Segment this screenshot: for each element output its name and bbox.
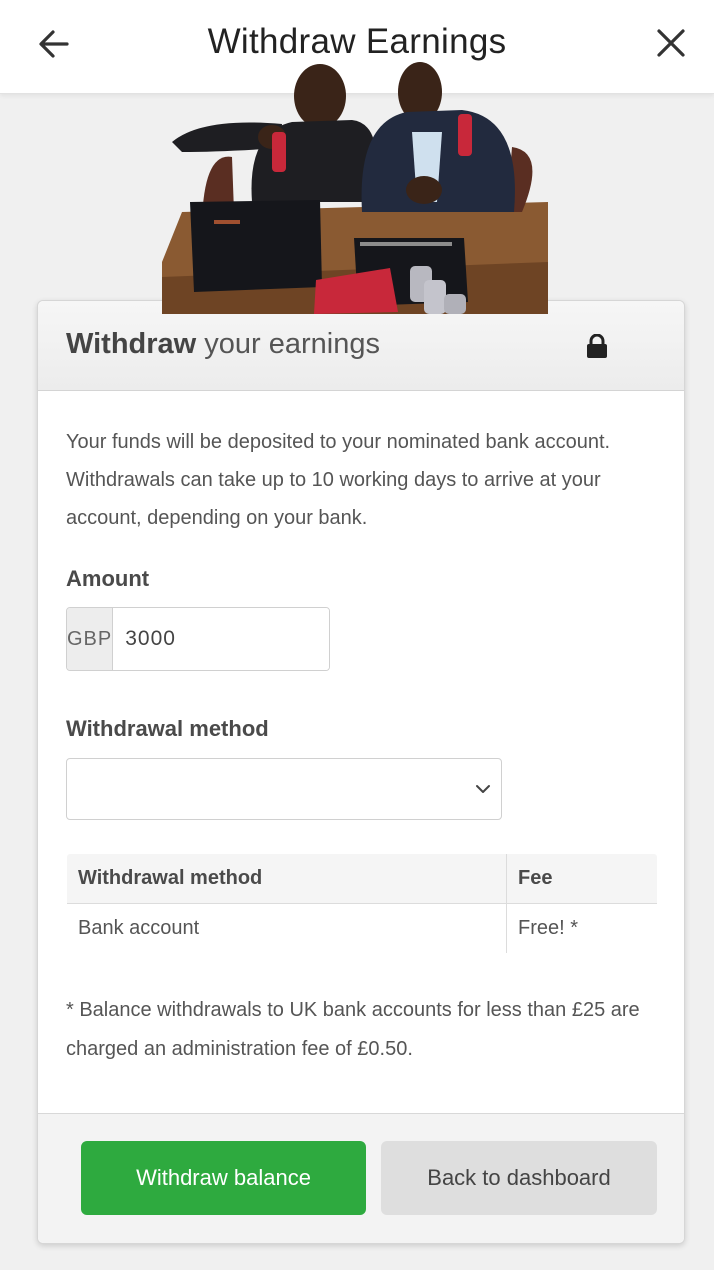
table-header-fee: Fee xyxy=(506,854,657,904)
withdraw-description: Your funds will be deposited to your nom… xyxy=(66,431,611,529)
card-heading-rest: your earnings xyxy=(204,328,381,360)
withdraw-card: Withdraw your earnings Your funds will b… xyxy=(37,300,685,1244)
amount-input[interactable] xyxy=(113,608,329,670)
table-cell-method: Bank account xyxy=(67,903,507,953)
card-footer: Withdraw balance Back to dashboard xyxy=(38,1113,684,1243)
card-heading: Withdraw your earnings xyxy=(66,328,380,361)
promo-photo xyxy=(162,62,548,314)
fee-table: Withdrawal method Fee Bank account Free!… xyxy=(66,853,658,954)
chevron-down-icon xyxy=(476,785,490,793)
card-header: Withdraw your earnings xyxy=(38,301,684,391)
amount-label: Amount xyxy=(66,566,150,591)
people-photo-image xyxy=(162,62,548,314)
table-header-row: Withdrawal method Fee xyxy=(67,854,657,904)
table-cell-fee: Free! * xyxy=(506,903,657,953)
back-to-dashboard-button[interactable]: Back to dashboard xyxy=(381,1141,657,1215)
table-header-method: Withdrawal method xyxy=(67,854,507,904)
currency-addon: GBP xyxy=(67,608,114,670)
close-button[interactable] xyxy=(646,18,696,68)
amount-input-group: GBP xyxy=(66,607,330,671)
withdrawal-method-label: Withdrawal method xyxy=(66,716,269,741)
close-icon xyxy=(657,29,685,57)
page-title: Withdraw Earnings xyxy=(207,22,507,61)
table-row: Bank account Free! * xyxy=(67,903,657,953)
withdraw-balance-button[interactable]: Withdraw balance xyxy=(81,1141,366,1215)
fee-note: * Balance withdrawals to UK bank account… xyxy=(66,999,640,1060)
lock-icon xyxy=(587,334,607,358)
card-heading-bold: Withdraw xyxy=(66,328,197,360)
withdrawal-method-select[interactable] xyxy=(66,758,502,820)
